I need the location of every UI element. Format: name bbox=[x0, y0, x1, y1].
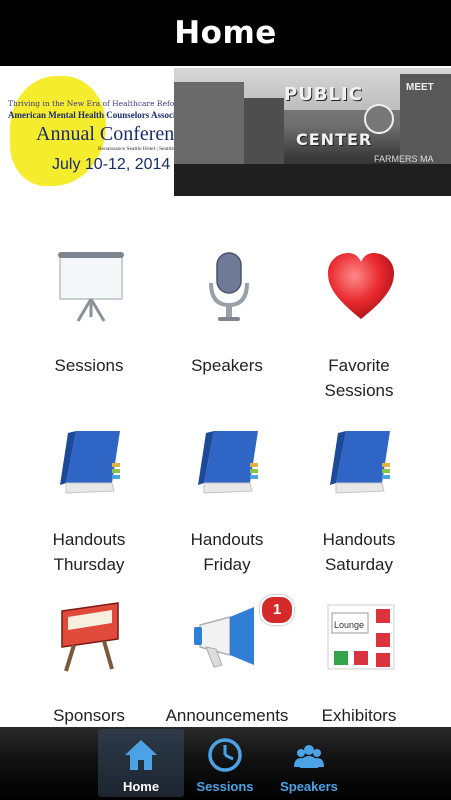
tab-bar: Home Sessions Speakers bbox=[0, 727, 451, 800]
photo-sign-public: PUBLIC bbox=[284, 84, 363, 105]
billboard-icon bbox=[61, 602, 119, 672]
heart-icon bbox=[328, 253, 394, 319]
tile-label: Exhibitors bbox=[321, 706, 397, 725]
tab-sessions[interactable]: Sessions bbox=[182, 729, 268, 797]
banner-org: American Mental Health Counselors Associ… bbox=[8, 110, 195, 120]
projector-screen-icon bbox=[58, 252, 124, 322]
book-icon bbox=[60, 431, 120, 494]
tile-label: Speakers bbox=[191, 356, 263, 375]
tab-label: Home bbox=[122, 779, 160, 794]
tile-label: Favorite Sessions bbox=[324, 356, 394, 400]
tile-label: Handouts Saturday bbox=[322, 530, 396, 574]
tile-handouts-saturday[interactable]: Handouts Saturday bbox=[284, 423, 434, 574]
tile-handouts-thursday[interactable]: Handouts Thursday bbox=[14, 423, 164, 574]
people-icon bbox=[294, 745, 324, 768]
tile-favorite-sessions[interactable]: Favorite Sessions bbox=[284, 249, 434, 400]
conference-banner[interactable]: Thriving in the New Era of Healthcare Re… bbox=[0, 66, 451, 198]
tile-exhibitors[interactable]: Lounge Exhibitors bbox=[284, 599, 434, 725]
header-bar: Home bbox=[0, 0, 451, 66]
microphone-icon bbox=[209, 252, 249, 321]
banner-tagline: Thriving in the New Era of Healthcare Re… bbox=[8, 99, 185, 108]
tile-label: Sessions bbox=[54, 356, 124, 375]
tab-label: Sessions bbox=[196, 779, 254, 794]
photo-sign-center: CENTER bbox=[296, 130, 373, 149]
tile-announcements[interactable]: 1 Announcements bbox=[152, 595, 302, 725]
banner-dates: July 10-12, 2014 bbox=[52, 156, 171, 173]
tab-label: Speakers bbox=[280, 779, 338, 794]
tile-label: Announcements bbox=[165, 706, 289, 725]
tile-handouts-friday[interactable]: Handouts Friday bbox=[152, 423, 302, 574]
tile-label: Sponsors bbox=[53, 706, 125, 725]
book-icon bbox=[198, 431, 258, 494]
tile-speakers[interactable]: Speakers bbox=[152, 249, 302, 389]
tile-sessions[interactable]: Sessions bbox=[14, 249, 164, 389]
floor-plan-icon bbox=[327, 604, 395, 670]
book-icon bbox=[330, 431, 390, 494]
photo-sign-meet: MEET bbox=[406, 82, 434, 93]
banner-venue: Renaissance Seattle Hotel | Seattle bbox=[98, 146, 174, 152]
megaphone-icon bbox=[194, 607, 254, 668]
tab-speakers[interactable]: Speakers bbox=[266, 729, 352, 797]
page-title: Home bbox=[174, 15, 277, 51]
floor-plan-lounge-label: Lounge bbox=[334, 620, 365, 630]
house-icon bbox=[125, 740, 157, 770]
conference-logo: Thriving in the New Era of Healthcare Re… bbox=[0, 66, 195, 198]
photo-sign-farmers: FARMERS MA bbox=[374, 154, 434, 164]
tile-label: Handouts Friday bbox=[190, 530, 264, 574]
tile-label: Handouts Thursday bbox=[52, 530, 126, 574]
tile-sponsors[interactable]: Sponsors bbox=[14, 599, 164, 725]
market-photo: PUBLIC CENTER MEET FARMERS MA bbox=[174, 68, 451, 196]
tab-home[interactable]: Home bbox=[98, 729, 184, 797]
clock-icon bbox=[208, 738, 242, 772]
banner-event: Annual Conference bbox=[36, 123, 193, 145]
